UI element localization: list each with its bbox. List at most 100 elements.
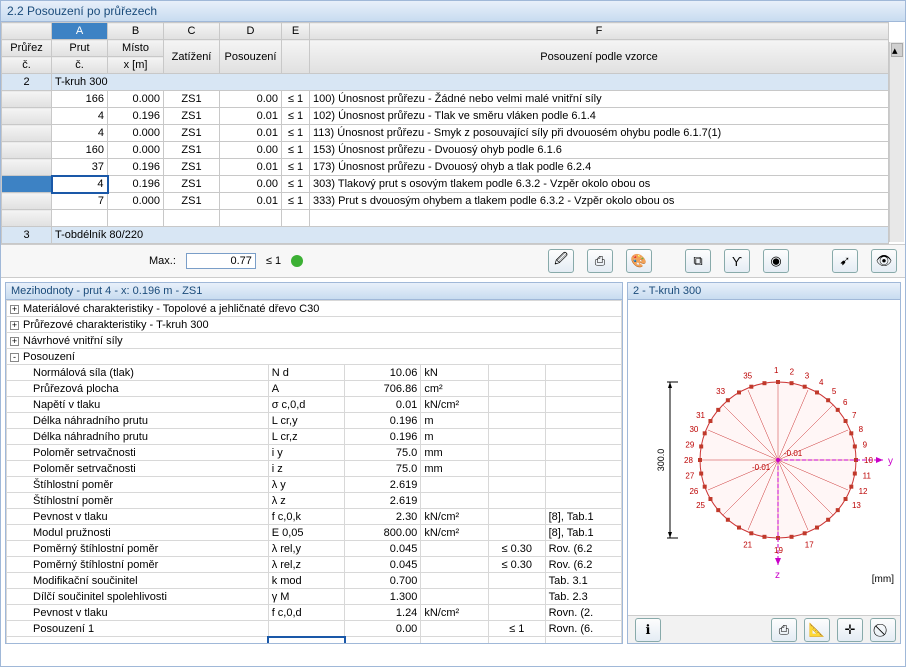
detail-table[interactable]: +Materiálové charakteristiky - Topolové … <box>6 300 622 643</box>
vscroll[interactable]: ▴ <box>889 42 904 242</box>
cell-x[interactable]: 0.196 <box>108 108 164 125</box>
row-head[interactable] <box>2 159 52 176</box>
cell-prut[interactable]: 160 <box>52 142 108 159</box>
cell-pos[interactable]: 0.00 <box>220 91 282 108</box>
cell-le[interactable]: ≤ 1 <box>282 142 310 159</box>
detail-row[interactable]: Normálová síla (tlak)N d10.06kN <box>7 365 622 381</box>
results-table[interactable]: A B C D E F Průřez Prut Místo Zatížení P… <box>1 22 889 244</box>
btn-eye[interactable]: 👁 <box>871 249 897 273</box>
row-head[interactable] <box>2 125 52 142</box>
btn-color[interactable]: ◉ <box>763 249 789 273</box>
cell-x[interactable]: 0.000 <box>108 125 164 142</box>
cell-zat[interactable]: ZS1 <box>164 142 220 159</box>
table-row[interactable]: 70.000ZS10.01≤ 1333) Prut s dvouosým ohy… <box>2 193 889 210</box>
detail-row[interactable]: Modul pružnostiE 0,05800.00kN/cm²[8], Ta… <box>7 525 622 541</box>
cell-le[interactable]: ≤ 1 <box>282 108 310 125</box>
table-row[interactable]: 40.000ZS10.01≤ 1113) Únosnost průřezu - … <box>2 125 889 142</box>
axes-icon[interactable]: ✛ <box>837 618 863 642</box>
row-head[interactable] <box>2 193 52 210</box>
btn-pick[interactable]: ➹ <box>832 249 858 273</box>
row-head[interactable] <box>2 176 52 193</box>
cell-pos[interactable]: 0.01 <box>220 125 282 142</box>
detail-row[interactable]: Napětí v tlakuσ c,0,d0.01kN/cm² <box>7 397 622 413</box>
detail-row[interactable]: Délka náhradního prutuL cr,z0.196m <box>7 429 622 445</box>
cell-pos[interactable]: 0.01 <box>220 193 282 210</box>
cell-prut[interactable]: 4 <box>52 125 108 142</box>
cell-desc[interactable]: 303) Tlakový prut s osovým tlakem podle … <box>310 176 889 193</box>
detail-row[interactable]: Délka náhradního prutuL cr,y0.196m <box>7 413 622 429</box>
ruler-icon[interactable]: 📐 <box>804 618 830 642</box>
cell-le[interactable]: ≤ 1 <box>282 176 310 193</box>
detail-row[interactable]: Dílčí součinitel spolehlivostiγ M1.300Ta… <box>7 589 622 605</box>
detail-row[interactable]: Pevnost v tlakuf c,0,d1.24kN/cm²Rovn. (2… <box>7 605 622 621</box>
cell-le[interactable]: ≤ 1 <box>282 91 310 108</box>
detail-row[interactable]: Posouzení 10.00≤ 1Rovn. (6. <box>7 621 622 637</box>
cell-prut[interactable]: 37 <box>52 159 108 176</box>
cell-prut[interactable]: 4 <box>52 176 108 193</box>
cell-desc[interactable]: 113) Únosnost průřezu - Smyk z posouvají… <box>310 125 889 142</box>
table-row[interactable]: 1660.000ZS10.00≤ 1100) Únosnost průřezu … <box>2 91 889 108</box>
cell-desc[interactable]: 333) Prut s dvouosým ohybem a tlakem pod… <box>310 193 889 210</box>
cell-zat[interactable]: ZS1 <box>164 159 220 176</box>
tree-toggle-icon[interactable]: - <box>10 353 19 362</box>
row-head[interactable] <box>2 142 52 159</box>
values-icon[interactable]: ⃠ <box>870 618 896 642</box>
cell-zat[interactable]: ZS1 <box>164 193 220 210</box>
tree-node[interactable]: +Návrhové vnitřní síly <box>7 333 622 349</box>
cell-le[interactable]: ≤ 1 <box>282 193 310 210</box>
col-D[interactable]: D <box>220 23 282 40</box>
group-row-head[interactable]: 3 <box>2 227 52 244</box>
col-A[interactable]: A <box>52 23 108 40</box>
print-icon[interactable]: ⎙ <box>771 618 797 642</box>
group-row-head[interactable]: 2 <box>2 74 52 91</box>
cell-prut[interactable]: 7 <box>52 193 108 210</box>
table-row[interactable]: 370.196ZS10.01≤ 1173) Únosnost průřezu -… <box>2 159 889 176</box>
btn-2[interactable]: ⎙ <box>587 249 613 273</box>
table-row[interactable]: 1600.000ZS10.00≤ 1153) Únosnost průřezu … <box>2 142 889 159</box>
cell-desc[interactable]: 173) Únosnost průřezu - Dvouosý ohyb a t… <box>310 159 889 176</box>
tree-node[interactable]: -Posouzení <box>7 349 622 365</box>
table-row[interactable]: 40.196ZS10.01≤ 1102) Únosnost průřezu - … <box>2 108 889 125</box>
btn-1[interactable]: 🖉 <box>548 249 574 273</box>
cell-x[interactable]: 0.196 <box>108 159 164 176</box>
cell-desc[interactable]: 100) Únosnost průřezu - Žádné nebo velmi… <box>310 91 889 108</box>
tree-toggle-icon[interactable]: + <box>10 337 19 346</box>
cell-zat[interactable]: ZS1 <box>164 91 220 108</box>
cell-prut[interactable]: 166 <box>52 91 108 108</box>
tree-node[interactable]: +Průřezové charakteristiky - T-kruh 300 <box>7 317 622 333</box>
btn-3[interactable]: 🎨 <box>626 249 652 273</box>
cell-x[interactable]: 0.000 <box>108 91 164 108</box>
detail-row[interactable]: Poměrný štíhlostní poměrλ rel,z0.045≤ 0.… <box>7 557 622 573</box>
cell-zat[interactable]: ZS1 <box>164 125 220 142</box>
detail-row[interactable]: Průřezová plochaA706.86cm² <box>7 381 622 397</box>
row-head[interactable] <box>2 108 52 125</box>
cell-desc[interactable]: 153) Únosnost průřezu - Dvouosý ohyb pod… <box>310 142 889 159</box>
cell-desc[interactable]: 102) Únosnost průřezu - Tlak ve směru vl… <box>310 108 889 125</box>
cell-pos[interactable]: 0.00 <box>220 142 282 159</box>
cell-pos[interactable]: 0.01 <box>220 159 282 176</box>
cell-x[interactable]: 0.000 <box>108 142 164 159</box>
cell-pos[interactable]: 0.01 <box>220 108 282 125</box>
detail-row[interactable]: Modifikační součinitelk mod0.700Tab. 3.1 <box>7 573 622 589</box>
max-input[interactable] <box>186 253 256 269</box>
detail-row[interactable]: Poloměr setrvačnostii z75.0mm <box>7 461 622 477</box>
cell-zat[interactable]: ZS1 <box>164 176 220 193</box>
tree-toggle-icon[interactable]: + <box>10 305 19 314</box>
row-head[interactable] <box>2 91 52 108</box>
group-title[interactable]: T-obdélník 80/220 <box>52 227 889 244</box>
tree-toggle-icon[interactable]: + <box>10 321 19 330</box>
detail-row[interactable]: Poměrný štíhlostní poměrλ rel,y0.045≤ 0.… <box>7 541 622 557</box>
scroll-up-icon[interactable]: ▴ <box>891 43 903 57</box>
cell-prut[interactable]: 4 <box>52 108 108 125</box>
detail-row[interactable]: Štíhlostní poměrλ y2.619 <box>7 477 622 493</box>
cell-pos[interactable]: 0.00 <box>220 176 282 193</box>
cell-zat[interactable]: ZS1 <box>164 108 220 125</box>
col-E[interactable]: E <box>282 23 310 40</box>
detail-row[interactable]: Poloměr setrvačnostii y75.0mm <box>7 445 622 461</box>
cell-le[interactable]: ≤ 1 <box>282 125 310 142</box>
cell-x[interactable]: 0.000 <box>108 193 164 210</box>
col-C[interactable]: C <box>164 23 220 40</box>
btn-filter[interactable]: ⧉ <box>685 249 711 273</box>
table-row[interactable]: 40.196ZS10.00≤ 1303) Tlakový prut s osov… <box>2 176 889 193</box>
btn-y[interactable]: Ƴ <box>724 249 750 273</box>
